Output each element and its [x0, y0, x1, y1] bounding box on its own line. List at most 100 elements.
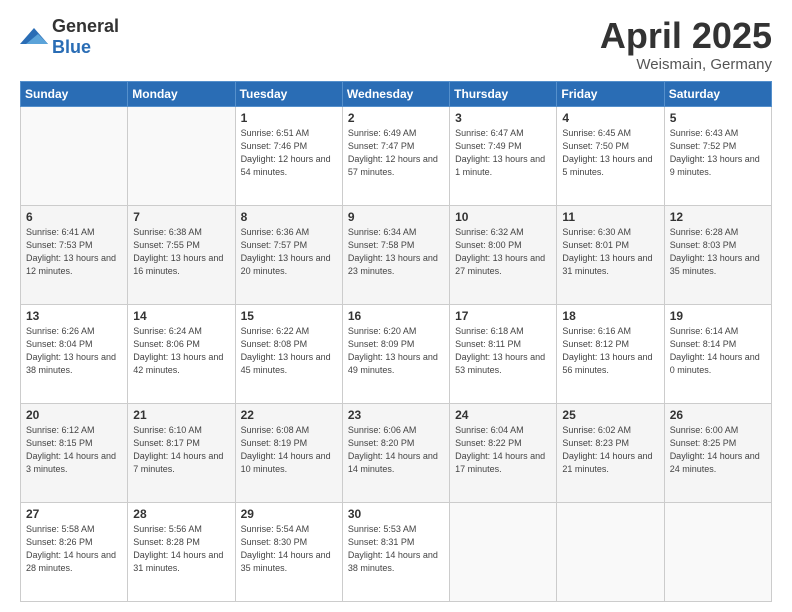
table-row: 11Sunrise: 6:30 AM Sunset: 8:01 PM Dayli… — [557, 205, 664, 304]
day-info: Sunrise: 6:43 AM Sunset: 7:52 PM Dayligh… — [670, 127, 766, 179]
table-row: 9 Sunrise: 6:34 AM Sunset: 7:58 PM Daylig… — [342, 205, 449, 304]
day-info: Sunrise: 6:47 AM Sunset: 7:49 PM Dayligh… — [455, 127, 551, 179]
day-info: Sunrise: 6:41 AM Sunset: 7:53 PM Dayligh… — [26, 226, 122, 278]
day-info: Sunrise: 6:04 AM Sunset: 8:22 PM Dayligh… — [455, 424, 551, 476]
table-row — [557, 502, 664, 601]
day-info: Sunrise: 6:00 AM Sunset: 8:25 PM Dayligh… — [670, 424, 766, 476]
logo-blue: Blue — [52, 37, 91, 57]
table-row: 22 Sunrise: 6:08 AM Sunset: 8:19 PM Dayli… — [235, 403, 342, 502]
day-info: Sunrise: 6:26 AM Sunset: 8:04 PM Dayligh… — [26, 325, 122, 377]
table-row: 19 Sunrise: 6:14 AM Sunset: 8:14 PM Dayli… — [664, 304, 771, 403]
table-row: 6 Sunrise: 6:41 AM Sunset: 7:53 PM Daylig… — [21, 205, 128, 304]
table-row: 15 Sunrise: 6:22 AM Sunset: 8:08 PM Dayli… — [235, 304, 342, 403]
calendar-week-0: 1Sunrise: 6:51 AM Sunset: 7:46 PM Daylig… — [21, 106, 772, 205]
day-number: 30 — [348, 507, 444, 521]
day-number: 13 — [26, 309, 122, 323]
day-info: Sunrise: 6:24 AM Sunset: 8:06 PM Dayligh… — [133, 325, 229, 377]
day-number: 5 — [670, 111, 766, 125]
day-info: Sunrise: 6:22 AM Sunset: 8:08 PM Dayligh… — [241, 325, 337, 377]
day-number: 26 — [670, 408, 766, 422]
day-number: 7 — [133, 210, 229, 224]
day-number: 20 — [26, 408, 122, 422]
day-info: Sunrise: 6:36 AM Sunset: 7:57 PM Dayligh… — [241, 226, 337, 278]
table-row: 8Sunrise: 6:36 AM Sunset: 7:57 PM Daylig… — [235, 205, 342, 304]
table-row: 17 Sunrise: 6:18 AM Sunset: 8:11 PM Dayli… — [450, 304, 557, 403]
table-row: 14 Sunrise: 6:24 AM Sunset: 8:06 PM Dayli… — [128, 304, 235, 403]
calendar-location: Weismain, Germany — [600, 56, 772, 73]
table-row: 18Sunrise: 6:16 AM Sunset: 8:12 PM Dayli… — [557, 304, 664, 403]
day-info: Sunrise: 6:12 AM Sunset: 8:15 PM Dayligh… — [26, 424, 122, 476]
col-tuesday: Tuesday — [235, 81, 342, 106]
table-row: 27 Sunrise: 5:58 AM Sunset: 8:26 PM Dayli… — [21, 502, 128, 601]
table-row: 10Sunrise: 6:32 AM Sunset: 8:00 PM Dayli… — [450, 205, 557, 304]
logo-text: General Blue — [52, 16, 119, 58]
table-row — [128, 106, 235, 205]
table-row — [21, 106, 128, 205]
calendar-week-1: 6 Sunrise: 6:41 AM Sunset: 7:53 PM Daylig… — [21, 205, 772, 304]
day-number: 21 — [133, 408, 229, 422]
day-number: 27 — [26, 507, 122, 521]
day-info: Sunrise: 6:38 AM Sunset: 7:55 PM Dayligh… — [133, 226, 229, 278]
day-number: 14 — [133, 309, 229, 323]
table-row: 23Sunrise: 6:06 AM Sunset: 8:20 PM Dayli… — [342, 403, 449, 502]
col-monday: Monday — [128, 81, 235, 106]
day-info: Sunrise: 6:08 AM Sunset: 8:19 PM Dayligh… — [241, 424, 337, 476]
day-info: Sunrise: 6:34 AM Sunset: 7:58 PM Dayligh… — [348, 226, 444, 278]
col-saturday: Saturday — [664, 81, 771, 106]
page: General Blue April 2025 Weismain, German… — [0, 0, 792, 612]
table-row: 4Sunrise: 6:45 AM Sunset: 7:50 PM Daylig… — [557, 106, 664, 205]
table-row: 3 Sunrise: 6:47 AM Sunset: 7:49 PM Daylig… — [450, 106, 557, 205]
calendar-week-3: 20 Sunrise: 6:12 AM Sunset: 8:15 PM Dayli… — [21, 403, 772, 502]
table-row — [664, 502, 771, 601]
day-number: 29 — [241, 507, 337, 521]
table-row: 25Sunrise: 6:02 AM Sunset: 8:23 PM Dayli… — [557, 403, 664, 502]
day-info: Sunrise: 6:18 AM Sunset: 8:11 PM Dayligh… — [455, 325, 551, 377]
day-number: 12 — [670, 210, 766, 224]
header-row: Sunday Monday Tuesday Wednesday Thursday… — [21, 81, 772, 106]
table-row: 16 Sunrise: 6:20 AM Sunset: 8:09 PM Dayli… — [342, 304, 449, 403]
day-number: 6 — [26, 210, 122, 224]
header: General Blue April 2025 Weismain, German… — [20, 16, 772, 73]
col-wednesday: Wednesday — [342, 81, 449, 106]
day-info: Sunrise: 6:10 AM Sunset: 8:17 PM Dayligh… — [133, 424, 229, 476]
day-info: Sunrise: 5:53 AM Sunset: 8:31 PM Dayligh… — [348, 523, 444, 575]
calendar-table: Sunday Monday Tuesday Wednesday Thursday… — [20, 81, 772, 602]
table-row: 29Sunrise: 5:54 AM Sunset: 8:30 PM Dayli… — [235, 502, 342, 601]
table-row: 21 Sunrise: 6:10 AM Sunset: 8:17 PM Dayli… — [128, 403, 235, 502]
day-number: 11 — [562, 210, 658, 224]
table-row: 20 Sunrise: 6:12 AM Sunset: 8:15 PM Dayli… — [21, 403, 128, 502]
col-thursday: Thursday — [450, 81, 557, 106]
day-number: 24 — [455, 408, 551, 422]
day-info: Sunrise: 6:20 AM Sunset: 8:09 PM Dayligh… — [348, 325, 444, 377]
day-info: Sunrise: 6:02 AM Sunset: 8:23 PM Dayligh… — [562, 424, 658, 476]
col-friday: Friday — [557, 81, 664, 106]
day-number: 17 — [455, 309, 551, 323]
day-info: Sunrise: 6:14 AM Sunset: 8:14 PM Dayligh… — [670, 325, 766, 377]
day-info: Sunrise: 5:58 AM Sunset: 8:26 PM Dayligh… — [26, 523, 122, 575]
day-info: Sunrise: 6:49 AM Sunset: 7:47 PM Dayligh… — [348, 127, 444, 179]
day-info: Sunrise: 6:32 AM Sunset: 8:00 PM Dayligh… — [455, 226, 551, 278]
day-info: Sunrise: 6:45 AM Sunset: 7:50 PM Dayligh… — [562, 127, 658, 179]
table-row: 12Sunrise: 6:28 AM Sunset: 8:03 PM Dayli… — [664, 205, 771, 304]
col-sunday: Sunday — [21, 81, 128, 106]
day-number: 19 — [670, 309, 766, 323]
table-row: 30 Sunrise: 5:53 AM Sunset: 8:31 PM Dayli… — [342, 502, 449, 601]
day-number: 3 — [455, 111, 551, 125]
calendar-week-2: 13 Sunrise: 6:26 AM Sunset: 8:04 PM Dayli… — [21, 304, 772, 403]
table-row: 5 Sunrise: 6:43 AM Sunset: 7:52 PM Daylig… — [664, 106, 771, 205]
day-number: 23 — [348, 408, 444, 422]
logo: General Blue — [20, 16, 119, 58]
day-info: Sunrise: 5:56 AM Sunset: 8:28 PM Dayligh… — [133, 523, 229, 575]
day-number: 22 — [241, 408, 337, 422]
day-number: 15 — [241, 309, 337, 323]
table-row: 28 Sunrise: 5:56 AM Sunset: 8:28 PM Dayli… — [128, 502, 235, 601]
calendar-week-4: 27 Sunrise: 5:58 AM Sunset: 8:26 PM Dayli… — [21, 502, 772, 601]
day-number: 9 — [348, 210, 444, 224]
table-row — [450, 502, 557, 601]
title-block: April 2025 Weismain, Germany — [600, 16, 772, 73]
table-row: 13 Sunrise: 6:26 AM Sunset: 8:04 PM Dayli… — [21, 304, 128, 403]
day-number: 16 — [348, 309, 444, 323]
logo-general: General — [52, 16, 119, 36]
day-number: 28 — [133, 507, 229, 521]
day-info: Sunrise: 6:16 AM Sunset: 8:12 PM Dayligh… — [562, 325, 658, 377]
